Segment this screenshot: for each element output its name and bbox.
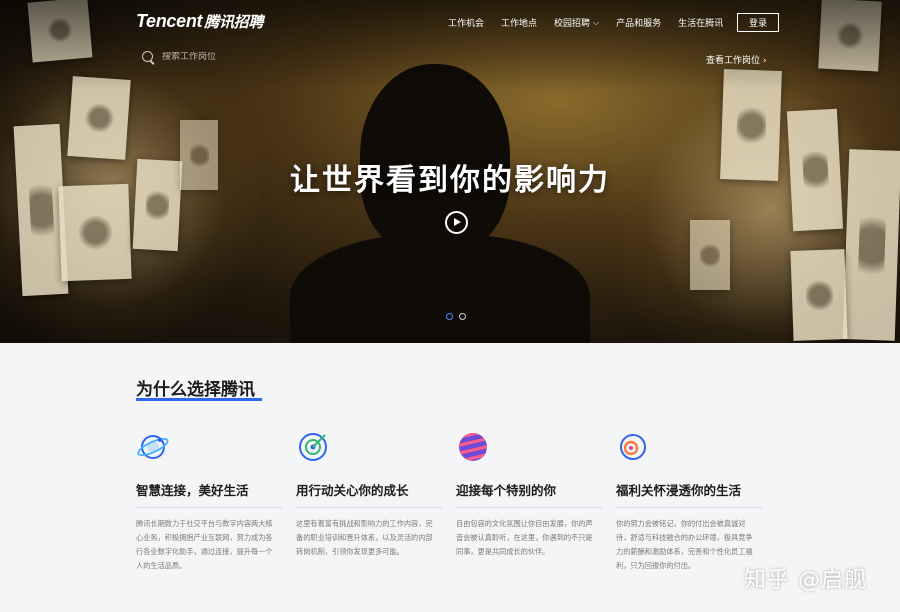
section-title: 为什么选择腾讯	[136, 380, 255, 400]
carousel-dot[interactable]	[446, 313, 453, 320]
play-icon[interactable]	[445, 211, 468, 234]
tencent-logo[interactable]: Tencent 腾讯招聘	[136, 11, 263, 32]
striped-ball-icon	[459, 433, 487, 461]
rings-icon	[620, 434, 646, 460]
divider	[296, 507, 442, 508]
chevron-down-icon: ⌵	[593, 17, 600, 27]
nav-label: 工作地点	[501, 19, 538, 29]
feature-item: 迎接每个特别的你 自由包容的文化氛围让你自由发展，你的声音会被认真聆听，在这里，…	[456, 430, 616, 573]
divider	[136, 507, 282, 508]
hero-slogan: 让世界看到你的影响力	[290, 163, 610, 198]
view-jobs-link[interactable]: 查看工作岗位 ›	[706, 53, 766, 66]
nav-item-jobs[interactable]: 工作机会	[448, 16, 484, 29]
feature-item: 用行动关心你的成长 这里有着富有挑战和影响力的工作内容，完备的职业培训和晋升体系…	[296, 430, 456, 573]
divider	[456, 507, 602, 508]
nav-item-campus[interactable]: 校园招聘 ⌵	[554, 16, 600, 30]
feature-title: 智慧连接，美好生活	[136, 483, 249, 498]
nav-label: 产品和服务	[616, 19, 662, 29]
nav-item-products[interactable]: 产品和服务	[616, 16, 661, 29]
feature-desc: 这里有着富有挑战和影响力的工作内容，完备的职业培训和晋升体系，以及灵活的内部转岗…	[296, 519, 433, 556]
logo-text: Tencent	[136, 11, 203, 31]
feature-item: 福利关怀浸透你的生活 你的努力会被铭记，你的付出会被真诚对待，舒适与科技融合的办…	[616, 430, 776, 573]
person-silhouette	[290, 64, 590, 343]
feature-title: 福利关怀浸透你的生活	[616, 483, 742, 498]
feature-desc: 自由包容的文化氛围让你自由发展，你的声音会被认真聆听，在这里，你遇到的不只是同事…	[456, 519, 593, 556]
feature-desc: 你的努力会被铭记，你的付出会被真诚对待，舒适与科技融合的办公环境，极具竞争力的薪…	[616, 519, 753, 570]
nav-item-locations[interactable]: 工作地点	[501, 16, 537, 29]
feature-title: 用行动关心你的成长	[296, 483, 409, 498]
target-icon	[299, 433, 327, 461]
carousel-dots	[446, 313, 466, 320]
silhouette-shoulders	[290, 234, 590, 343]
carousel-dot[interactable]	[459, 313, 466, 320]
section-title-underline	[136, 398, 262, 401]
nav-item-life[interactable]: 生活在腾讯	[678, 16, 723, 29]
feature-list: 智慧连接，美好生活 腾讯长期致力于社交平台与数字内容两大核心业务，积极拥抱产业互…	[136, 430, 776, 573]
feature-desc: 腾讯长期致力于社交平台与数字内容两大核心业务，积极拥抱产业互联网，努力成为各行各…	[136, 519, 273, 570]
planet-icon	[137, 435, 169, 459]
feature-title: 迎接每个特别的你	[456, 483, 557, 498]
top-nav: 工作机会 工作地点 校园招聘 ⌵ 产品和服务 生活在腾讯	[448, 16, 740, 30]
hanging-paper	[790, 249, 848, 341]
hanging-paper	[690, 220, 730, 290]
watermark-text: 知乎 @启舰	[744, 568, 867, 593]
divider	[616, 507, 762, 508]
nav-label: 校园招聘	[554, 19, 591, 29]
hero-banner: Tencent 腾讯招聘 工作机会 工作地点 校园招聘 ⌵ 产品和服务 生活在腾讯 …	[0, 0, 900, 343]
feature-item: 智慧连接，美好生活 腾讯长期致力于社交平台与数字内容两大核心业务，积极拥抱产业互…	[136, 430, 296, 573]
nav-label: 工作机会	[448, 19, 485, 29]
nav-label: 生活在腾讯	[678, 19, 724, 29]
search-icon	[142, 51, 154, 63]
login-button[interactable]: 登录	[737, 13, 779, 32]
search-input[interactable]	[162, 52, 282, 62]
search-box[interactable]	[142, 51, 282, 63]
logo-cn: 腾讯招聘	[204, 14, 264, 31]
